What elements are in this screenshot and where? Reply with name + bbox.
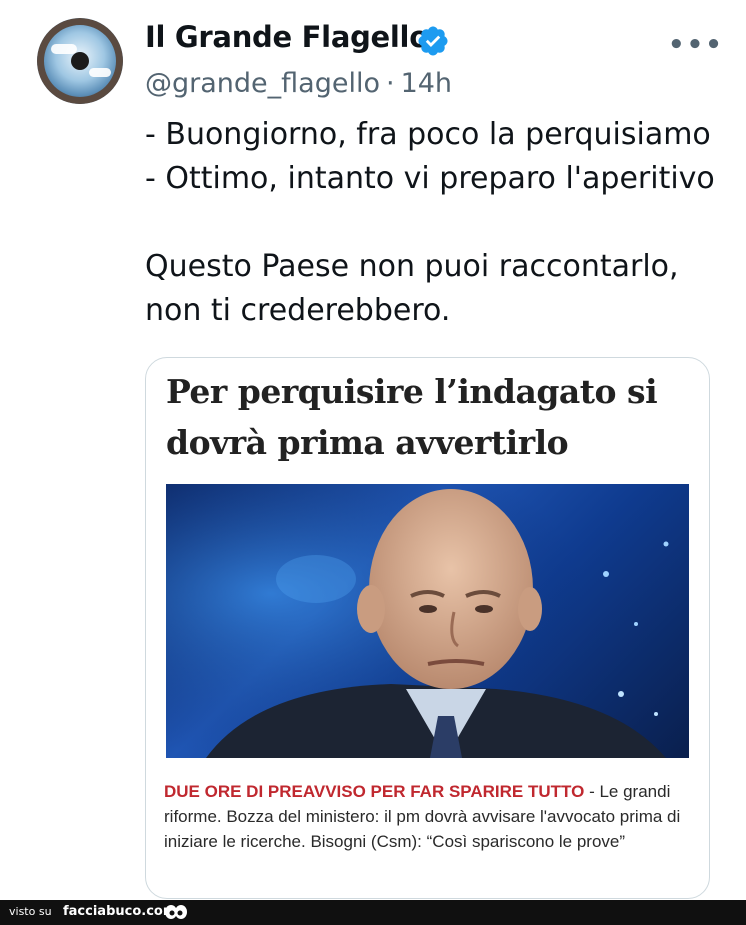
tweet-line-break — [145, 201, 725, 245]
portrait-illustration — [166, 484, 689, 758]
tweet-timestamp[interactable]: 14h — [401, 68, 452, 99]
author-name[interactable]: Il Grande Flagello — [145, 20, 429, 54]
tweet-line: - Buongiorno, fra poco la perquisiamo — [145, 117, 711, 152]
headline-line: Per perquisire l’indagato si — [166, 372, 658, 411]
tweet-line: non ti crederebbero. — [145, 293, 451, 328]
article-photo — [166, 484, 689, 758]
author-handle[interactable]: @grande_flagello — [145, 68, 380, 99]
watermark-footer: visto su facciabuco.com — [0, 900, 746, 925]
tweet-line: Questo Paese non puoi raccontarlo, — [145, 249, 679, 284]
verified-badge-icon — [418, 26, 448, 56]
author-avatar[interactable] — [37, 18, 123, 104]
headline-line: dovrà prima avvertirlo — [166, 423, 569, 462]
footer-site-logo: facciabuco.com — [63, 904, 177, 919]
eyes-logo-icon — [165, 905, 187, 919]
tweet-line: - Ottimo, intanto vi preparo l'aperitivo — [145, 161, 715, 196]
more-options-icon[interactable]: ••• — [668, 30, 724, 60]
handle-row: @grande_flagello · 14h — [145, 68, 458, 99]
caption-kicker: DUE ORE DI PREAVVISO PER FAR SPARIRE TUT… — [164, 782, 585, 801]
avatar-eyelid — [37, 18, 123, 104]
tweet-text: - Buongiorno, fra poco la perquisiamo - … — [145, 113, 725, 333]
attached-image-card[interactable]: Per perquisire l’indagato si dovrà prima… — [145, 357, 710, 899]
article-caption: DUE ORE DI PREAVVISO PER FAR SPARIRE TUT… — [164, 779, 689, 854]
separator-dot: · — [385, 68, 395, 99]
footer-prefix: visto su — [9, 905, 52, 918]
article-headline: Per perquisire l’indagato si dovrà prima… — [166, 366, 686, 468]
